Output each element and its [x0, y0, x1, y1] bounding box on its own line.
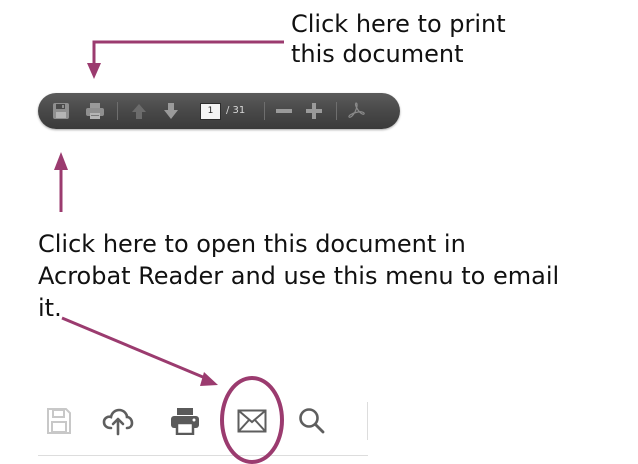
save-icon: [53, 103, 69, 119]
email-arrow: [61, 316, 218, 386]
page-up-icon: [132, 104, 146, 119]
open-in-acrobat-button[interactable]: [344, 93, 370, 129]
search-button[interactable]: [295, 404, 329, 438]
toolbar-separator: [367, 402, 368, 440]
toolbar-separator: [336, 102, 337, 120]
page-up-button[interactable]: [128, 93, 150, 129]
zoom-in-button[interactable]: [302, 93, 326, 129]
toolbar-separator: [264, 102, 265, 120]
zoom-out-button[interactable]: [272, 93, 296, 129]
page-count: / 31: [226, 105, 246, 116]
print-arrow: [87, 40, 284, 79]
cloud-upload-icon: [102, 408, 134, 436]
save-icon: [47, 408, 71, 434]
print-icon: [171, 408, 199, 435]
zoom-in-icon: [306, 103, 322, 119]
page-number-input[interactable]: 1: [200, 103, 221, 120]
page-down-icon: [164, 103, 178, 119]
print-icon: [86, 103, 104, 119]
toolbar-separator: [117, 102, 118, 120]
pdf-viewer-toolbar: 1 / 31: [38, 93, 400, 129]
print-button[interactable]: [82, 93, 108, 129]
print-button[interactable]: [168, 404, 202, 438]
zoom-out-icon: [276, 109, 292, 113]
page-down-button[interactable]: [160, 93, 182, 129]
save-button[interactable]: [48, 93, 74, 129]
upload-to-cloud-button[interactable]: [101, 404, 135, 438]
search-icon: [299, 408, 325, 434]
acrobat-reader-toolbar: [38, 388, 368, 456]
open-in-reader-arrow: [54, 152, 68, 212]
acrobat-icon: [348, 102, 365, 118]
email-highlight-circle: [220, 376, 284, 464]
save-button[interactable]: [42, 404, 76, 438]
